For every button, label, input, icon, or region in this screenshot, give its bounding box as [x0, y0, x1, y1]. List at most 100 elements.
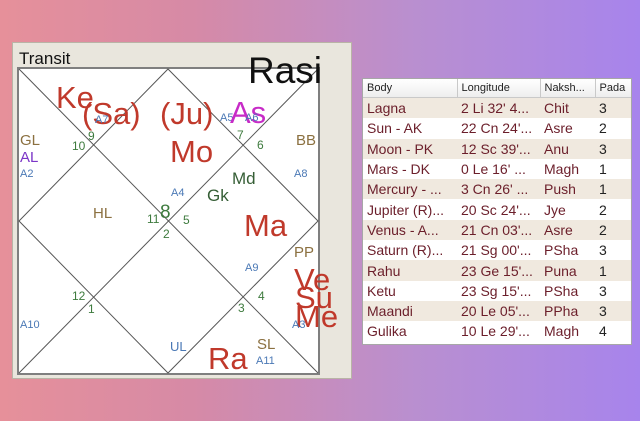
- cell-pada: 1: [595, 260, 631, 281]
- cell-nakshatra: PSha: [544, 282, 579, 299]
- cell-body: Mercury - ...: [363, 179, 457, 200]
- cell-nakshatra: Push: [540, 179, 595, 200]
- planet-table: Body Longitude Naksh... Pada Lagna 2 Li 3…: [362, 78, 632, 345]
- column-header-pada[interactable]: Pada: [595, 79, 631, 98]
- arudha-a7: A7: [95, 114, 109, 126]
- cell-pada: 3: [595, 97, 631, 119]
- column-header-longitude[interactable]: Longitude: [457, 79, 541, 98]
- cell-nakshatra: Asre: [544, 120, 573, 137]
- table-row[interactable]: Jupiter (R)... 20 Sc 24'... Jye 2: [363, 199, 631, 219]
- cell-body: Venus - A...: [363, 219, 457, 241]
- cell-longitude: 12 Sc 39'...: [457, 138, 540, 159]
- arudha-a2: A2: [20, 168, 34, 180]
- table-row[interactable]: Maandi 20 Le 05'... PPha 3: [363, 300, 631, 322]
- cell-body: Gulika: [367, 323, 407, 340]
- special-gl: GL: [20, 132, 41, 149]
- table-row[interactable]: Rahu 23 Ge 15'... Puna 1: [363, 260, 631, 281]
- arudha-a11: A11: [256, 355, 275, 367]
- cell-pada: 2: [599, 201, 607, 218]
- cell-longitude: 10 Le 29'...: [461, 323, 530, 340]
- cell-body: Saturn (R)...: [367, 242, 444, 259]
- cell-pada: 2: [595, 219, 631, 241]
- cell-nakshatra: Magh: [544, 161, 580, 178]
- cell-longitude: 20 Le 05'...: [457, 300, 540, 322]
- cell-pada: 3: [595, 138, 631, 159]
- chart-name: Rasi: [248, 50, 323, 91]
- table-row[interactable]: Lagna 2 Li 32' 4... Chit 3: [363, 97, 631, 119]
- cell-longitude: 23 Ge 15'...: [457, 260, 540, 281]
- house-number-5: 5: [183, 213, 190, 227]
- cell-body: Ketu: [367, 282, 396, 299]
- cell-pada: 3: [599, 242, 607, 259]
- arudha-a9: A9: [245, 262, 259, 274]
- table-row[interactable]: Gulika 10 Le 29'... Magh 4: [363, 321, 631, 341]
- cell-body: Moon - PK: [363, 138, 457, 159]
- table-row[interactable]: Saturn (R)... 21 Sg 00'... PSha 3: [363, 240, 631, 260]
- planet-maandi: Md: [232, 169, 256, 188]
- arudha-a6: A6: [245, 112, 259, 124]
- house-number-3: 3: [238, 301, 245, 315]
- planet-gulika: Gk: [207, 186, 229, 205]
- special-hl: HL: [93, 205, 113, 222]
- arudha-a3: A3: [292, 319, 306, 331]
- cell-nakshatra: Puna: [540, 260, 595, 281]
- cell-nakshatra: Jye: [544, 201, 566, 218]
- planet-rahu: Ra: [208, 341, 248, 376]
- special-bb: BB: [296, 132, 317, 149]
- column-header-body[interactable]: Body: [363, 79, 458, 98]
- cell-longitude: 22 Cn 24'...: [461, 120, 533, 137]
- planet-mars: Ma: [244, 208, 288, 243]
- special-al: AL: [20, 149, 39, 166]
- house-number-6: 6: [257, 138, 264, 152]
- house-number-10: 10: [72, 139, 86, 153]
- cell-nakshatra: Chit: [540, 97, 595, 119]
- table-row[interactable]: Mercury - ... 3 Cn 26' ... Push 1: [363, 179, 631, 200]
- arudha-a8: A8: [294, 168, 308, 180]
- planet-moon: Mo: [170, 134, 214, 169]
- table-row[interactable]: Venus - A... 21 Cn 03'... Asre 2: [363, 219, 631, 241]
- column-header-nakshatra[interactable]: Naksh...: [540, 79, 596, 98]
- cell-longitude: 21 Sg 00'...: [461, 242, 532, 259]
- cell-longitude: 23 Sg 15'...: [461, 282, 532, 299]
- cell-pada: 2: [599, 120, 607, 137]
- special-pp: PP: [294, 244, 315, 261]
- cell-pada: 1: [595, 179, 631, 200]
- cell-body: Mars - DK: [367, 161, 430, 178]
- cell-nakshatra: PPha: [540, 300, 595, 322]
- cell-body: Sun - AK: [367, 120, 423, 137]
- cell-body: Rahu: [363, 260, 457, 281]
- house-number-12: 12: [72, 289, 86, 303]
- cell-pada: 4: [599, 323, 607, 340]
- special-ul: UL: [170, 339, 187, 354]
- house-number-11: 11: [147, 212, 160, 226]
- cell-longitude: 2 Li 32' 4...: [457, 97, 540, 119]
- house-number-8: 8: [160, 202, 171, 223]
- special-sl: SL: [257, 336, 276, 353]
- table-body: Lagna 2 Li 32' 4... Chit 3 Sun - AK 22 Cn 24'…: [363, 97, 631, 342]
- table-header-row: Body Longitude Naksh... Pada: [363, 79, 631, 98]
- cell-nakshatra: Anu: [540, 138, 595, 159]
- cell-nakshatra: Asre: [540, 219, 595, 241]
- cell-pada: 3: [599, 282, 607, 299]
- cell-pada: 1: [599, 161, 607, 178]
- cell-longitude: 20 Sc 24'...: [461, 201, 531, 218]
- table-row[interactable]: Sun - AK 22 Cn 24'... Asre 2: [363, 118, 631, 138]
- house-number-7: 7: [237, 128, 244, 142]
- cell-longitude: 3 Cn 26' ...: [457, 179, 540, 200]
- planet-saturn: (Sa): [82, 96, 141, 131]
- planet-jupiter: (Ju): [160, 96, 214, 131]
- house-number-1: 1: [88, 302, 95, 316]
- cell-pada: 3: [595, 300, 631, 322]
- table-row[interactable]: Ketu 23 Sg 15'... PSha 3: [363, 281, 631, 301]
- table-row[interactable]: Mars - DK 0 Le 16' ... Magh 1: [363, 159, 631, 179]
- cell-nakshatra: Magh: [544, 323, 580, 340]
- house-number-4: 4: [258, 289, 265, 303]
- cell-nakshatra: PSha: [544, 242, 579, 259]
- cell-longitude: 0 Le 16' ...: [461, 161, 526, 178]
- table-row[interactable]: Moon - PK 12 Sc 39'... Anu 3: [363, 138, 631, 159]
- cell-body: Lagna: [363, 97, 457, 119]
- house-number-9: 9: [88, 129, 95, 143]
- cell-body: Jupiter (R)...: [367, 201, 445, 218]
- house-number-2: 2: [163, 227, 170, 241]
- cell-body: Maandi: [363, 300, 457, 322]
